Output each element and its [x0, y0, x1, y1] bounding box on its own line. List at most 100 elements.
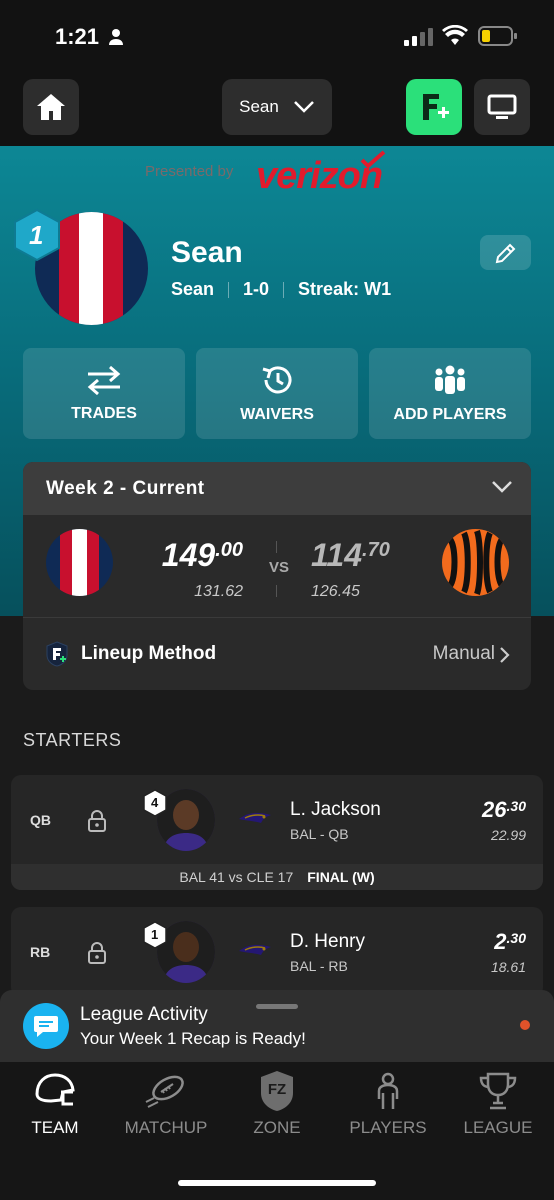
player-projected: 22.99	[490, 827, 526, 843]
player-name: L. Jackson	[290, 799, 381, 820]
divider	[276, 541, 277, 553]
chevron-down-icon	[293, 101, 314, 113]
player-position: QB	[30, 812, 51, 828]
player-rank-value: 1	[151, 927, 159, 942]
fantasy-plus-button[interactable]	[406, 79, 462, 135]
battery-icon	[478, 26, 517, 46]
notification-subtitle: Your Week 1 Recap is Ready!	[80, 1029, 306, 1048]
matchup-score-row[interactable]: 149.00 131.62 VS 114.70 126.45	[23, 515, 531, 617]
lineup-method-title: Lineup Method	[81, 643, 217, 664]
trophy-icon	[476, 1070, 520, 1112]
tab-label: LEAGUE	[463, 1118, 533, 1137]
player-position: RB	[30, 944, 51, 960]
player-team-pos: BAL - QB	[290, 826, 349, 842]
player-points: 26.30	[482, 797, 526, 822]
fantasy-shield-icon	[46, 641, 68, 667]
tab-label: PLAYERS	[349, 1118, 427, 1137]
tab-league[interactable]: LEAGUE	[443, 1070, 553, 1138]
player-projected: 18.61	[490, 959, 526, 975]
player-points: 2.30	[494, 929, 526, 954]
pencil-icon	[495, 243, 515, 263]
tab-matchup[interactable]: MATCHUP	[111, 1070, 221, 1138]
drag-handle[interactable]	[256, 1004, 298, 1009]
football-icon	[144, 1070, 188, 1112]
league-activity-notification[interactable]: League Activity Your Week 1 Recap is Rea…	[0, 990, 554, 1062]
unread-dot	[520, 1020, 530, 1030]
team-name: Sean	[171, 236, 243, 269]
team-meta: Sean 1-0 Streak: W1	[171, 279, 391, 300]
tab-zone[interactable]: FZ ZONE	[222, 1070, 332, 1138]
tab-label: MATCHUP	[124, 1118, 208, 1137]
home-score: 149.00	[161, 537, 243, 573]
player-name: D. Henry	[290, 931, 365, 952]
lineup-method-value: Manual	[432, 643, 495, 664]
tab-team[interactable]: TEAM	[0, 1070, 110, 1138]
trades-button[interactable]: TRADES	[23, 348, 185, 439]
team-selector-label: Sean	[239, 97, 279, 116]
ravens-logo-icon	[239, 944, 271, 955]
waivers-button[interactable]: WAIVERS	[196, 348, 358, 439]
away-score: 114.70	[311, 537, 390, 573]
team-rank-value: 1	[29, 220, 44, 250]
game-result: FINAL (W)	[307, 869, 375, 885]
group-icon	[435, 365, 465, 394]
edit-team-button[interactable]	[480, 235, 531, 270]
lock-icon	[88, 942, 106, 964]
home-indicator[interactable]	[178, 1180, 376, 1186]
player-rank-badge: 4	[142, 789, 168, 817]
chat-bubble-icon	[23, 1003, 69, 1049]
waivers-label: WAIVERS	[240, 405, 314, 423]
team-record: 1-0	[243, 279, 270, 299]
player-row[interactable]: RB 1 D. Henry BAL - RB 2.30 18.61	[11, 907, 543, 997]
notification-title: League Activity	[80, 1004, 208, 1025]
home-icon	[37, 94, 65, 120]
starters-heading: STARTERS	[23, 730, 122, 750]
f-plus-icon	[423, 94, 449, 120]
home-button[interactable]	[23, 79, 79, 135]
team-streak: Streak: W1	[298, 279, 392, 299]
home-projected: 131.62	[194, 583, 243, 600]
tab-label: ZONE	[253, 1118, 301, 1137]
divider	[228, 281, 230, 298]
week-label: Week 2 - Current	[46, 477, 205, 499]
away-projected: 126.45	[311, 583, 360, 600]
player-row[interactable]: QB 4 L. Jackson BAL - QB 26.30 22.99 BAL…	[11, 775, 543, 890]
tv-icon	[487, 94, 517, 119]
divider	[276, 585, 277, 597]
divider	[283, 281, 285, 298]
game-score: BAL 41 vs CLE 17	[179, 869, 294, 885]
chevron-down-icon	[492, 481, 512, 493]
matchup-card: Week 2 - Current 149.00 131.62 VS 114.70…	[23, 462, 531, 690]
player-rank-value: 4	[151, 795, 159, 810]
add-players-button[interactable]: ADD PLAYERS	[369, 348, 531, 439]
game-status-strip: BAL 41 vs CLE 17 FINAL (W)	[11, 864, 543, 890]
trades-label: TRADES	[71, 404, 137, 422]
fz-shield-icon: FZ	[255, 1070, 299, 1112]
swap-arrows-icon	[87, 365, 121, 395]
home-team-avatar	[46, 529, 113, 596]
chevron-right-icon	[500, 647, 510, 663]
status-bar: 1:21	[0, 0, 554, 70]
tab-players[interactable]: PLAYERS	[333, 1070, 443, 1138]
week-selector[interactable]: Week 2 - Current	[23, 462, 531, 515]
status-time: 1:21	[55, 24, 100, 49]
verizon-check-icon	[360, 150, 386, 168]
tab-label: TEAM	[31, 1118, 79, 1137]
away-team-avatar	[442, 529, 509, 596]
player-rank-badge: 1	[142, 921, 168, 949]
person-icon	[366, 1070, 410, 1112]
helmet-icon	[33, 1070, 77, 1112]
wifi-icon	[442, 25, 468, 45]
player-team-pos: BAL - RB	[290, 958, 348, 974]
lock-icon	[88, 810, 106, 832]
team-selector[interactable]: Sean	[222, 79, 332, 135]
lineup-method-row[interactable]: Lineup Method Manual	[23, 617, 531, 690]
top-nav: Sean	[0, 70, 554, 146]
add-players-label: ADD PLAYERS	[393, 405, 507, 423]
vs-label: VS	[269, 559, 290, 576]
cell-signal-icon	[404, 28, 433, 46]
ravens-logo-icon	[239, 812, 271, 823]
team-rank-badge: 1	[11, 208, 63, 262]
tv-button[interactable]	[474, 79, 530, 135]
clock-refresh-icon	[262, 365, 292, 393]
